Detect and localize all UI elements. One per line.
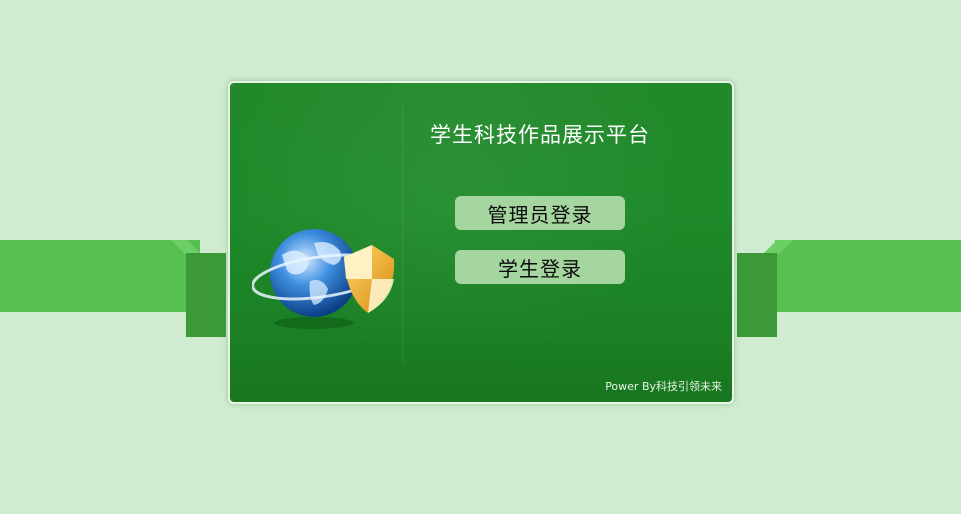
left-green-band — [0, 240, 200, 312]
right-green-band — [775, 240, 961, 312]
login-panel: 学生科技作品展示平台 管理员登录 学生登录 Power By科技引领未来 — [228, 81, 734, 404]
student-login-button[interactable]: 学生登录 — [455, 250, 625, 284]
page-title: 学生科技作品展示平台 — [430, 123, 650, 147]
right-band-block — [737, 253, 777, 337]
globe-with-shield-icon — [251, 215, 402, 335]
admin-login-button[interactable]: 管理员登录 — [455, 196, 625, 230]
left-band-block — [186, 253, 226, 337]
power-by-footer: Power By科技引领未来 — [605, 380, 722, 393]
